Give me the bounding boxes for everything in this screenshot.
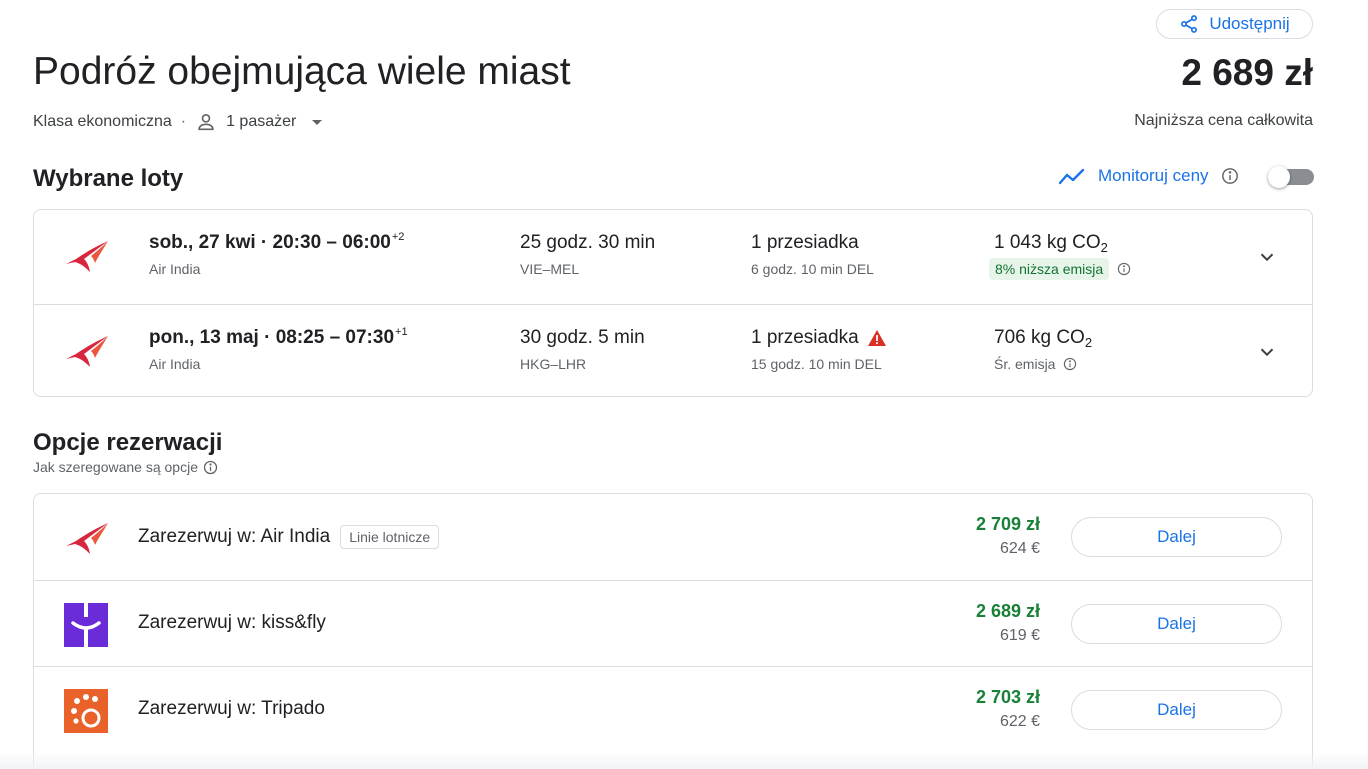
passenger-count: 1 pasażer — [226, 113, 297, 130]
flight-layover: 15 godz. 10 min DEL — [751, 356, 882, 372]
share-button[interactable]: Udostępnij — [1156, 9, 1313, 39]
cabin-class: Klasa ekonomiczna — [33, 113, 172, 130]
page-title: Podróż obejmująca wiele miast — [33, 50, 571, 93]
selected-flights-title: Wybrane loty — [33, 165, 184, 192]
monitor-prices-label: Monitoruj ceny — [1098, 166, 1209, 185]
chevron-down-icon[interactable] — [1256, 246, 1278, 268]
continue-button[interactable]: Dalej — [1071, 604, 1282, 644]
monitor-prices[interactable]: Monitoruj ceny — [1058, 166, 1239, 186]
air-india-logo — [66, 336, 108, 367]
booking-options-card: Zarezerwuj w: Air India Linie lotnicze 2… — [33, 493, 1313, 769]
flight-co2: 706 kg CO2 — [994, 327, 1092, 350]
co2-subscript: 2 — [1100, 240, 1108, 255]
toggle-knob — [1268, 166, 1290, 188]
average-emission-label: Śr. emisja — [994, 356, 1056, 372]
kissfly-logo — [64, 603, 108, 647]
co2-value: 706 kg CO — [994, 327, 1085, 348]
day-offset: +1 — [395, 326, 408, 338]
booking-option: Zarezerwuj w: Air India Linie lotnicze 2… — [34, 494, 1312, 580]
continue-button[interactable]: Dalej — [1071, 517, 1282, 557]
flight-airline: Air India — [149, 261, 201, 277]
ranking-info-label: Jak szeregowane są opcje — [33, 459, 198, 475]
trip-summary: Klasa ekonomiczna · 1 pasażer — [33, 111, 333, 133]
passenger-selector[interactable]: 1 pasażer — [195, 111, 333, 133]
airline-chip: Linie lotnicze — [340, 525, 440, 549]
flight-airline: Air India — [149, 356, 201, 372]
day-offset: +2 — [391, 231, 405, 243]
stops-label: 1 przesiadka — [751, 327, 859, 348]
emission-note: 8% niższa emisja — [989, 258, 1131, 280]
booking-provider-name: Zarezerwuj w: Air India — [138, 526, 331, 547]
departure-arrival-time: pon., 13 maj · 08:25 – 07:30 — [149, 327, 395, 348]
booking-provider-name: Zarezerwuj w: Tripado — [138, 698, 325, 719]
flight-stops: 1 przesiadka — [751, 232, 859, 254]
booking-option-label: Zarezerwuj w: kiss&fly — [138, 612, 326, 634]
booking-option: Zarezerwuj w: kiss&fly 2 689 zł 619 € Da… — [34, 580, 1312, 666]
ranking-info-link[interactable]: Jak szeregowane są opcje — [33, 459, 218, 475]
flight-route: VIE–MEL — [520, 261, 580, 277]
air-india-logo — [66, 241, 108, 272]
flight-row[interactable]: sob., 27 kwi · 20:30 – 06:00+2 Air India… — [34, 210, 1312, 304]
tripado-logo — [64, 689, 108, 733]
flight-route: HKG–LHR — [520, 356, 587, 372]
caret-down-icon — [312, 120, 323, 125]
price-pln: 2 709 zł — [975, 514, 1040, 534]
lowest-price-label: Najniższa cena całkowita — [1134, 112, 1313, 129]
price-eur: 622 € — [999, 713, 1040, 730]
price-eur: 624 € — [999, 540, 1040, 557]
flight-stops: 1 przesiadka — [751, 327, 887, 349]
flight-date-time: sob., 27 kwi · 20:30 – 06:00+2 — [149, 231, 404, 254]
trend-icon — [1058, 168, 1085, 185]
info-icon[interactable] — [1063, 357, 1077, 371]
flight-duration: 30 godz. 5 min — [520, 327, 645, 348]
stops-label: 1 przesiadka — [751, 232, 859, 253]
booking-options-title: Opcje rezerwacji — [33, 429, 223, 456]
booking-provider-name: Zarezerwuj w: kiss&fly — [138, 612, 326, 633]
warning-icon[interactable] — [867, 329, 887, 347]
flight-duration: 25 godz. 30 min — [520, 232, 656, 253]
continue-button[interactable]: Dalej — [1071, 690, 1282, 730]
flight-co2: 1 043 kg CO2 — [994, 232, 1108, 255]
separator-dot: · — [180, 113, 187, 130]
lower-emission-badge: 8% niższa emisja — [989, 258, 1110, 280]
price-pln: 2 689 zł — [975, 601, 1040, 621]
monitor-prices-toggle[interactable] — [1268, 166, 1314, 188]
bottom-fade — [0, 752, 1368, 769]
booking-option: Zarezerwuj w: Tripado 2 703 zł 622 € Dal… — [34, 666, 1312, 752]
total-price: 2 689 zł — [1181, 52, 1313, 93]
co2-subscript: 2 — [1084, 335, 1093, 350]
info-icon[interactable] — [1117, 262, 1131, 276]
share-label: Udostępnij — [1209, 14, 1290, 33]
share-icon — [1181, 15, 1198, 33]
price-pln: 2 703 zł — [975, 687, 1040, 707]
price-eur: 619 € — [999, 627, 1040, 644]
air-india-logo — [66, 523, 108, 554]
booking-option-label: Zarezerwuj w: Tripado — [138, 698, 325, 720]
selected-flights-card: sob., 27 kwi · 20:30 – 06:00+2 Air India… — [33, 209, 1313, 397]
co2-value: 1 043 kg CO — [994, 232, 1101, 253]
info-icon — [203, 460, 218, 474]
departure-arrival-time: sob., 27 kwi · 20:30 – 06:00 — [149, 232, 391, 253]
flight-date-time: pon., 13 maj · 08:25 – 07:30+1 — [149, 326, 408, 349]
emission-note: Śr. emisja — [994, 356, 1077, 372]
person-icon — [198, 114, 214, 131]
flight-row[interactable]: pon., 13 maj · 08:25 – 07:30+1 Air India… — [34, 304, 1312, 396]
info-icon[interactable] — [1221, 167, 1239, 185]
booking-option-label: Zarezerwuj w: Air India Linie lotnicze — [138, 525, 440, 549]
flight-layover: 6 godz. 10 min DEL — [751, 261, 874, 277]
chevron-down-icon[interactable] — [1256, 341, 1278, 363]
